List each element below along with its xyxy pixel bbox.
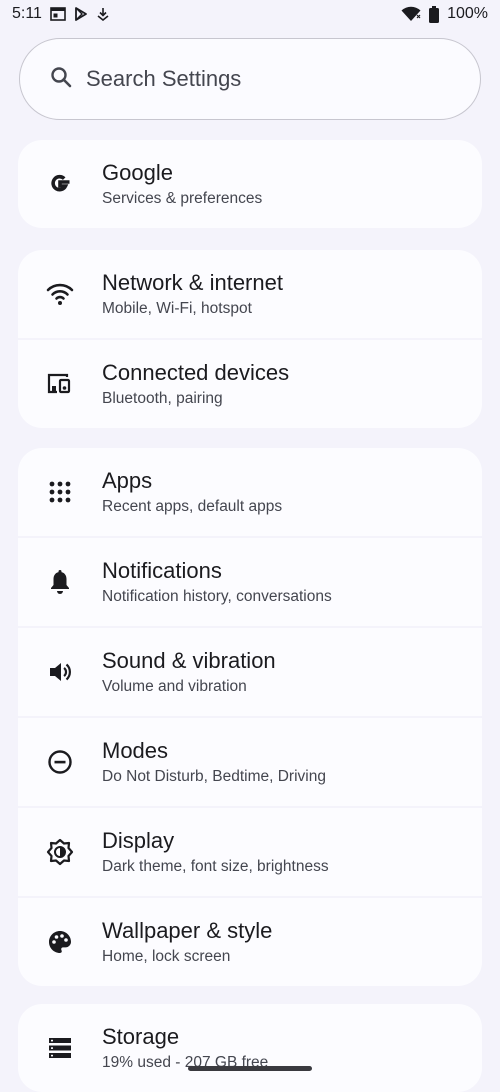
battery-percent: 100% xyxy=(447,5,488,22)
item-subtitle: Bluetooth, pairing xyxy=(102,389,223,407)
item-subtitle: Home, lock screen xyxy=(102,947,231,965)
item-title: Notifications xyxy=(102,557,222,583)
item-title: Google xyxy=(102,159,173,185)
status-time: 5:11 xyxy=(12,5,42,22)
item-title: Apps xyxy=(102,467,153,493)
bell-icon xyxy=(18,569,102,595)
item-title: Modes xyxy=(102,737,169,763)
item-subtitle: Notification history, conversations xyxy=(102,587,332,605)
settings-item-sound[interactable]: Sound & vibration Volume and vibration xyxy=(18,628,482,716)
play-store-icon xyxy=(74,7,88,21)
search-placeholder: Search Settings xyxy=(86,66,242,91)
palette-icon xyxy=(18,929,102,955)
item-title: Sound & vibration xyxy=(102,647,276,673)
settings-group-connectivity: Network & internet Mobile, Wi‑Fi, hotspo… xyxy=(18,250,482,428)
settings-group-device: Apps Recent apps, default apps Notificat… xyxy=(18,448,482,986)
item-subtitle: Recent apps, default apps xyxy=(102,497,283,515)
wifi-icon xyxy=(18,282,102,306)
home-indicator[interactable] xyxy=(188,1066,312,1071)
settings-item-modes[interactable]: Modes Do Not Disturb, Bedtime, Driving xyxy=(18,718,482,806)
settings-item-apps[interactable]: Apps Recent apps, default apps xyxy=(18,448,482,536)
connected-devices-icon xyxy=(18,373,102,395)
storage-icon xyxy=(18,1037,102,1059)
do-not-disturb-icon xyxy=(18,749,102,775)
settings-group-google: Google Services & preferences xyxy=(18,140,482,228)
item-title: Network & internet xyxy=(102,269,283,295)
item-title: Storage xyxy=(102,1023,180,1049)
apps-grid-icon xyxy=(18,481,102,503)
settings-item-wallpaper[interactable]: Wallpaper & style Home, lock screen xyxy=(18,898,482,986)
settings-item-storage[interactable]: Storage 19% used - 207 GB free xyxy=(18,1004,482,1092)
item-subtitle: Services & preferences xyxy=(102,189,263,207)
item-title: Display xyxy=(102,827,175,853)
item-title: Connected devices xyxy=(102,359,290,385)
battery-icon xyxy=(429,5,440,23)
calendar-icon xyxy=(50,7,66,21)
item-subtitle: Do Not Disturb, Bedtime, Driving xyxy=(102,767,326,785)
search-bar[interactable]: Search Settings xyxy=(19,38,481,120)
item-subtitle: Dark theme, font size, brightness xyxy=(102,857,329,875)
settings-item-network[interactable]: Network & internet Mobile, Wi‑Fi, hotspo… xyxy=(18,250,482,338)
settings-item-connected-devices[interactable]: Connected devices Bluetooth, pairing xyxy=(18,340,482,428)
settings-group-storage: Storage 19% used - 207 GB free xyxy=(18,1004,482,1092)
item-subtitle: Mobile, Wi‑Fi, hotspot xyxy=(102,299,252,317)
settings-item-display[interactable]: Display Dark theme, font size, brightnes… xyxy=(18,808,482,896)
status-bar: 5:11 100% xyxy=(0,0,500,28)
brightness-icon xyxy=(18,838,102,866)
search-icon xyxy=(50,66,72,93)
settings-item-google[interactable]: Google Services & preferences xyxy=(18,140,482,228)
settings-item-notifications[interactable]: Notifications Notification history, conv… xyxy=(18,538,482,626)
wifi-icon xyxy=(401,6,421,22)
item-title: Wallpaper & style xyxy=(102,917,273,943)
item-subtitle: Volume and vibration xyxy=(102,677,247,695)
download-icon xyxy=(96,7,110,21)
google-icon xyxy=(18,171,102,197)
speaker-icon xyxy=(18,661,102,683)
